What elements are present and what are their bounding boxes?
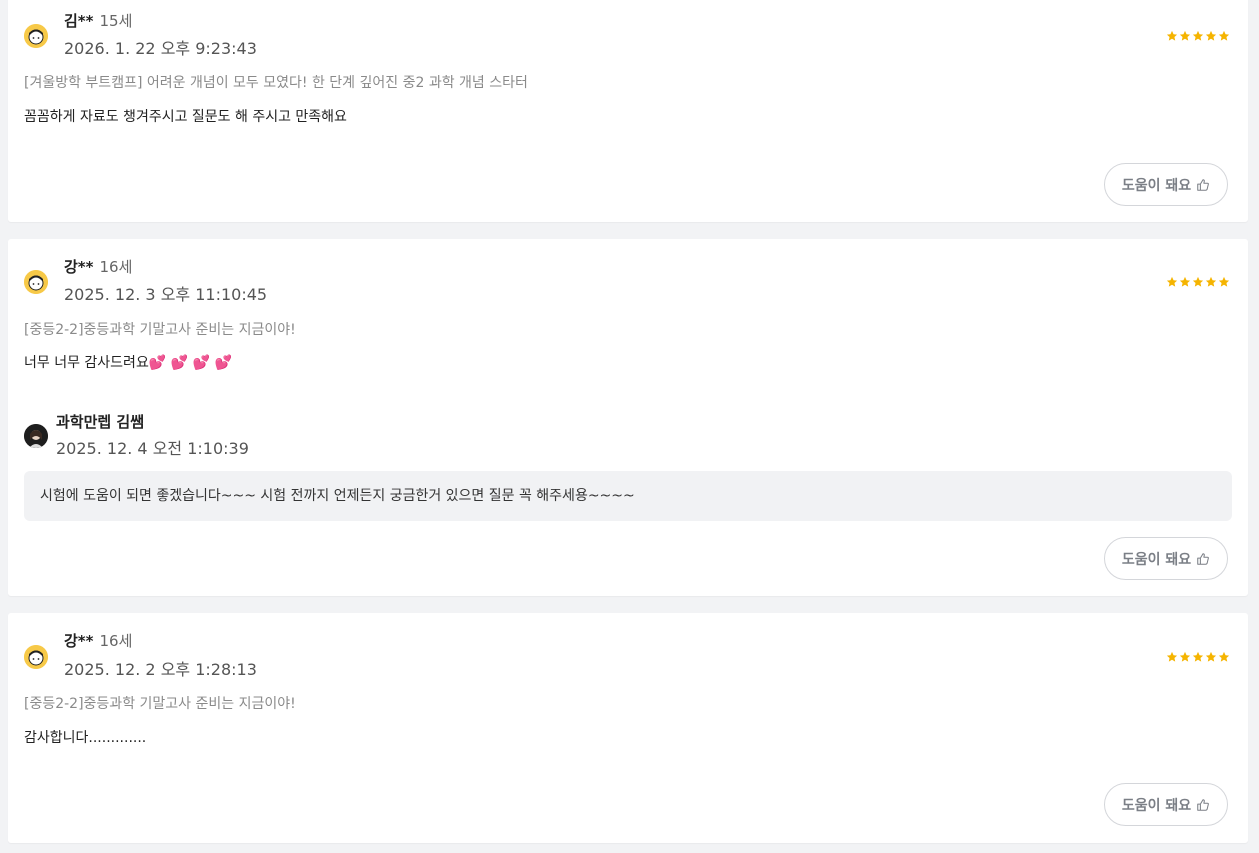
star-icon: [1179, 30, 1191, 42]
thumbs-up-icon: [1196, 552, 1210, 566]
reviewer-name: 김**: [64, 12, 94, 30]
review-card: 강** 16세 2025. 12. 3 오후 11:10:45 [중등2-2]중등…: [8, 239, 1248, 596]
star-icon: [1166, 30, 1178, 42]
review-list: 김** 15세 2026. 1. 22 오후 9:23:43 [겨울방학 부트캠프…: [0, 0, 1259, 853]
star-icon: [1192, 276, 1204, 288]
helpful-button[interactable]: 도움이 돼요: [1104, 163, 1228, 206]
reviewer-info: 강** 16세: [64, 257, 132, 277]
review-comment: 감사합니다.............: [24, 730, 147, 746]
star-icon: [1218, 651, 1230, 663]
girl-face-icon: [24, 270, 48, 294]
helpful-button[interactable]: 도움이 돼요: [1104, 537, 1228, 580]
reviewer-age: 16세: [99, 258, 133, 276]
course-title: [중등2-2]중등과학 기말고사 준비는 지금이야!: [24, 322, 296, 338]
star-icon: [1192, 30, 1204, 42]
reviewer-age: 16세: [99, 632, 133, 650]
reviewer-info: 김** 15세: [64, 11, 132, 31]
reply-author: 과학만렙 김쌤: [56, 413, 145, 431]
reviewer-age: 15세: [99, 12, 133, 30]
star-icon: [1205, 651, 1217, 663]
helpful-label: 도움이 돼요: [1121, 177, 1192, 194]
reviewer-name: 강**: [64, 632, 94, 650]
star-rating: [1166, 276, 1230, 288]
girl-face-icon: [24, 24, 48, 48]
star-rating: [1166, 651, 1230, 663]
review-card: 김** 15세 2026. 1. 22 오후 9:23:43 [겨울방학 부트캠프…: [8, 0, 1248, 222]
review-date: 2025. 12. 2 오후 1:28:13: [64, 660, 257, 679]
teacher-avatar-icon: [24, 424, 48, 448]
review-date: 2025. 12. 3 오후 11:10:45: [64, 285, 268, 304]
review-comment: 꼼꼼하게 자료도 챙겨주시고 질문도 해 주시고 만족해요: [24, 109, 347, 125]
girl-face-icon: [24, 645, 48, 669]
star-icon: [1179, 651, 1191, 663]
reviewer-info: 강** 16세: [64, 631, 132, 651]
star-icon: [1166, 276, 1178, 288]
star-icon: [1205, 30, 1217, 42]
star-icon: [1166, 651, 1178, 663]
thumbs-up-icon: [1196, 178, 1210, 192]
review-comment: 너무 너무 감사드려요💕 💕 💕 💕: [24, 355, 232, 371]
course-title: [겨울방학 부트캠프] 어려운 개념이 모두 모였다! 한 단계 깊어진 중2 …: [24, 75, 528, 91]
review-date: 2026. 1. 22 오후 9:23:43: [64, 39, 257, 58]
star-icon: [1205, 276, 1217, 288]
star-icon: [1179, 276, 1191, 288]
reviewer-name: 강**: [64, 258, 94, 276]
course-title: [중등2-2]중등과학 기말고사 준비는 지금이야!: [24, 696, 296, 712]
helpful-label: 도움이 돼요: [1121, 551, 1192, 568]
reply-text: 시험에 도움이 되면 좋겠습니다~~~ 시험 전까지 언제든지 궁금한거 있으면…: [24, 471, 1232, 521]
star-rating: [1166, 30, 1230, 42]
review-card: 강** 16세 2025. 12. 2 오후 1:28:13 [중등2-2]중등과…: [8, 613, 1248, 843]
helpful-button[interactable]: 도움이 돼요: [1104, 783, 1228, 826]
star-icon: [1192, 651, 1204, 663]
helpful-label: 도움이 돼요: [1121, 797, 1192, 814]
star-icon: [1218, 30, 1230, 42]
reply-date: 2025. 12. 4 오전 1:10:39: [56, 439, 249, 458]
thumbs-up-icon: [1196, 798, 1210, 812]
star-icon: [1218, 276, 1230, 288]
